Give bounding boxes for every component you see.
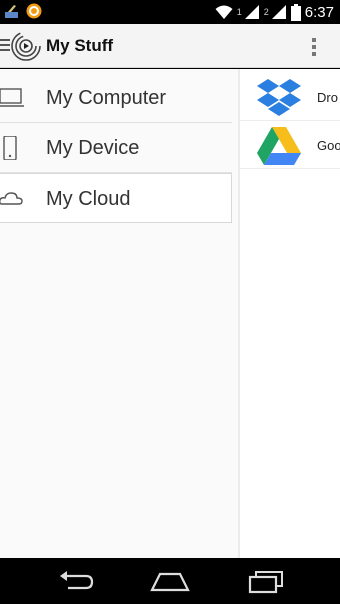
back-button[interactable] bbox=[56, 568, 96, 594]
service-label: Goo bbox=[317, 138, 340, 153]
phone-icon bbox=[3, 136, 17, 160]
nav-item-my-computer[interactable]: My Computer bbox=[0, 73, 232, 123]
google-drive-icon bbox=[257, 127, 301, 165]
signal-icon bbox=[244, 5, 259, 19]
home-button[interactable] bbox=[150, 568, 190, 594]
action-bar: My Stuff bbox=[0, 24, 340, 68]
sim2-label: 2 bbox=[263, 7, 269, 17]
content-area: My Computer My Device My Cloud Dro Goo bbox=[0, 69, 340, 558]
app-logo-icon[interactable] bbox=[10, 30, 42, 62]
service-label: Dro bbox=[317, 90, 338, 105]
sim1-label: 1 bbox=[236, 7, 242, 17]
notification-icons bbox=[4, 3, 42, 19]
nav-item-label: My Device bbox=[46, 137, 140, 159]
battery-icon bbox=[290, 3, 301, 21]
nav-item-label: My Cloud bbox=[46, 188, 131, 210]
nav-item-my-cloud[interactable]: My Cloud bbox=[0, 173, 232, 223]
list-item-google-drive[interactable]: Goo bbox=[240, 121, 340, 169]
status-time: 6:37 bbox=[304, 3, 334, 21]
computer-icon bbox=[0, 88, 24, 107]
system-indicators: 1 2 6:37 bbox=[215, 2, 334, 22]
cloud-services-list: Dro Goo bbox=[240, 69, 340, 558]
dropbox-icon bbox=[257, 79, 301, 116]
wifi-icon bbox=[215, 5, 233, 19]
system-nav-bar bbox=[0, 558, 340, 604]
menu-icon[interactable] bbox=[0, 38, 10, 52]
cloud-icon bbox=[0, 192, 23, 205]
list-item-dropbox[interactable]: Dro bbox=[240, 73, 340, 121]
notification-orange-icon bbox=[26, 3, 42, 19]
status-bar: 1 2 6:37 bbox=[0, 0, 340, 24]
recent-apps-button[interactable] bbox=[246, 568, 286, 594]
nav-item-label: My Computer bbox=[46, 87, 167, 109]
overflow-menu-icon[interactable] bbox=[308, 36, 320, 58]
notification-app-icon bbox=[5, 5, 18, 18]
nav-list: My Computer My Device My Cloud bbox=[0, 69, 238, 558]
page-title: My Stuff bbox=[46, 36, 114, 55]
nav-item-my-device[interactable]: My Device bbox=[0, 123, 232, 173]
signal-icon bbox=[271, 5, 286, 19]
